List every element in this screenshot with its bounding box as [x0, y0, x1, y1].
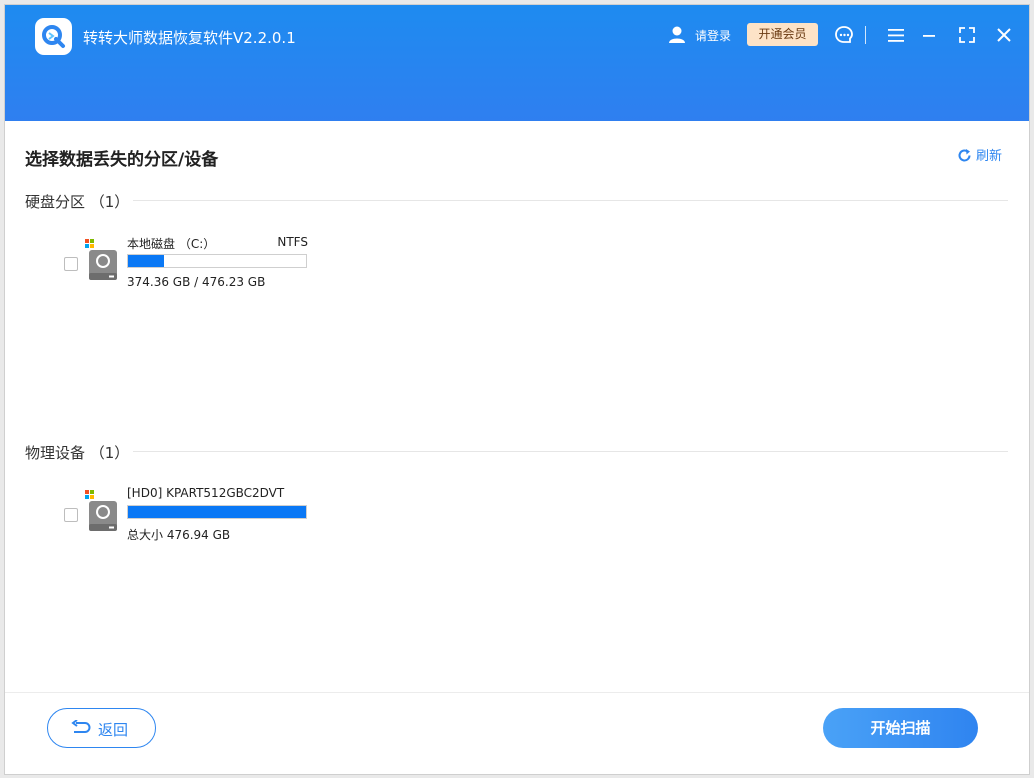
section-header-physical: 物理设备 （1）: [25, 444, 130, 462]
title-separator: [865, 26, 866, 44]
page-title: 选择数据丢失的分区/设备: [25, 150, 219, 170]
app-logo-icon: [35, 18, 72, 55]
section-divider: [133, 451, 1008, 452]
refresh-button[interactable]: 刷新: [957, 145, 1002, 164]
maximize-icon[interactable]: [958, 25, 976, 45]
menu-icon[interactable]: [887, 25, 905, 45]
back-button[interactable]: 返回: [47, 708, 156, 748]
usage-bar: [127, 505, 307, 519]
refresh-label: 刷新: [976, 149, 1003, 164]
partition-checkbox[interactable]: [64, 257, 78, 271]
device-size: 总大小 476.94 GB: [127, 528, 231, 542]
usage-bar-fill: [128, 255, 164, 267]
login-link[interactable]: 请登录: [695, 27, 731, 44]
physical-device-item[interactable]: [HD0] KPART512GBC2DVT 总大小 476.94 GB: [64, 486, 324, 552]
main-content: 选择数据丢失的分区/设备 刷新 硬盘分区 （1） 本地磁盘 （C:） NTFS …: [5, 121, 1029, 692]
app-window: 转转大师数据恢复软件V2.2.0.1 请登录 开通会员 选择数据丢失的分区/设备…: [4, 4, 1030, 775]
section-divider: [133, 200, 1008, 201]
footer-divider: [5, 692, 1029, 693]
back-arrow-icon: [71, 720, 91, 733]
close-icon[interactable]: [996, 25, 1012, 45]
vip-button[interactable]: 开通会员: [747, 23, 818, 46]
usage-bar-fill: [128, 506, 306, 518]
device-name: [HD0] KPART512GBC2DVT: [127, 486, 285, 500]
user-icon[interactable]: [667, 25, 687, 45]
disk-icon: [85, 239, 117, 280]
usage-bar: [127, 254, 307, 268]
partition-item[interactable]: 本地磁盘 （C:） NTFS 374.36 GB / 476.23 GB: [64, 235, 324, 301]
chat-icon[interactable]: [834, 25, 854, 45]
partition-size: 374.36 GB / 476.23 GB: [127, 275, 266, 289]
section-header-partitions: 硬盘分区 （1）: [25, 193, 130, 211]
app-title: 转转大师数据恢复软件V2.2.0.1: [83, 29, 296, 47]
start-scan-button[interactable]: 开始扫描: [823, 708, 978, 748]
minimize-icon[interactable]: [921, 25, 937, 45]
device-checkbox[interactable]: [64, 508, 78, 522]
back-label: 返回: [98, 721, 129, 739]
title-bar: 转转大师数据恢复软件V2.2.0.1 请登录 开通会员: [5, 5, 1029, 121]
refresh-icon: [958, 149, 971, 162]
partition-name: 本地磁盘 （C:）: [127, 237, 216, 251]
partition-filesystem: NTFS: [277, 235, 308, 249]
disk-icon: [85, 490, 117, 531]
